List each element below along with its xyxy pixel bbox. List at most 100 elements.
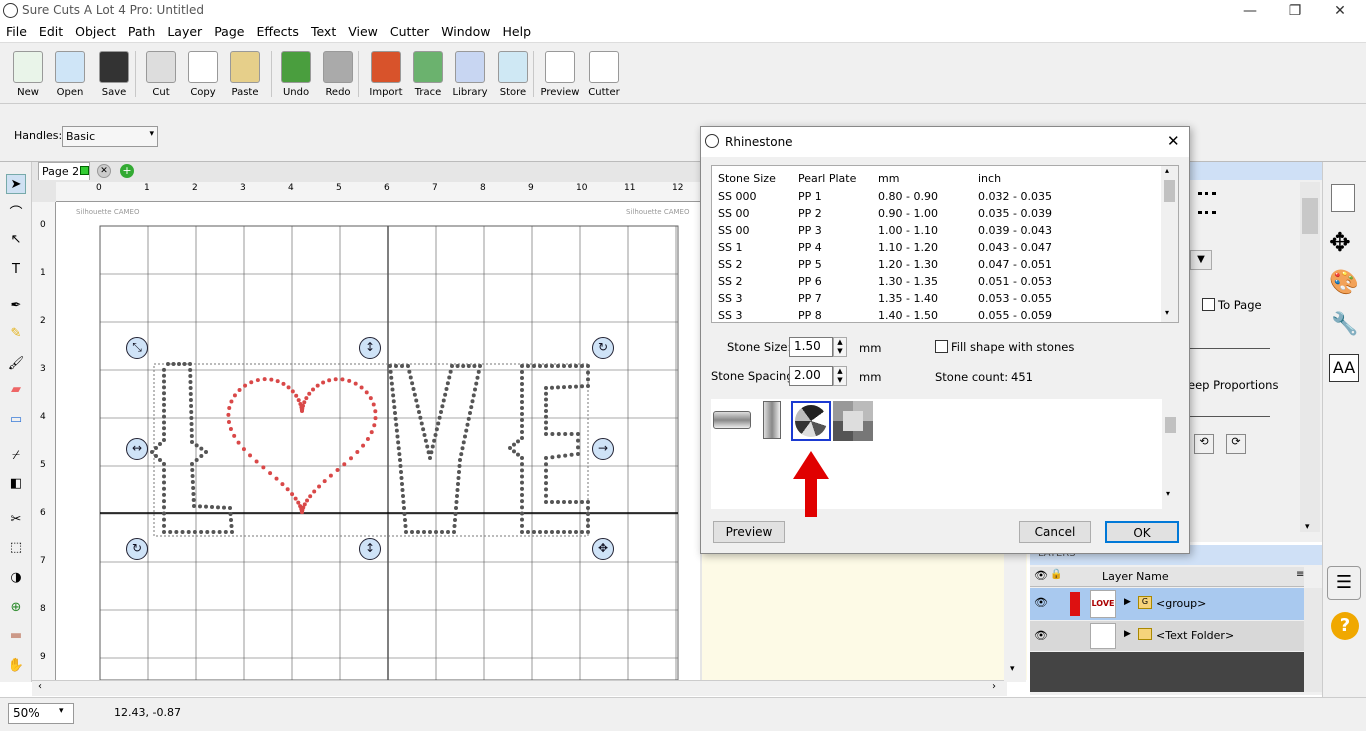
horizontal-scrollbar[interactable]: ‹ › xyxy=(32,680,1007,696)
scroll-left-icon[interactable]: ‹ xyxy=(38,681,42,692)
pen-tool-icon[interactable]: ✒ xyxy=(6,296,26,316)
layer-name[interactable]: <Text Folder> xyxy=(1156,629,1234,642)
close-button[interactable]: ✕ xyxy=(1320,0,1360,22)
menu-view[interactable]: View xyxy=(342,22,384,42)
pencil-tool-icon[interactable]: ✎ xyxy=(6,324,26,344)
toolbar-copy-button[interactable]: Copy xyxy=(183,51,223,98)
menu-help[interactable]: Help xyxy=(497,22,538,42)
text-tool-icon[interactable]: T xyxy=(6,260,26,280)
menu-file[interactable]: File xyxy=(0,22,33,42)
table-row[interactable]: SS 2 PP 6 1.30 - 1.35 0.051 - 0.053 xyxy=(718,275,1078,292)
table-scrollbar[interactable]: ▴ ▾ xyxy=(1161,166,1178,322)
toolbar-trace-button[interactable]: Trace xyxy=(408,51,448,98)
toolbar-undo-button[interactable]: Undo xyxy=(276,51,316,98)
stone-size-table[interactable]: Stone Size Pearl Plate mm inch SS 000 PP … xyxy=(711,165,1179,323)
handle-rotate-tr[interactable]: ↻ xyxy=(592,337,614,359)
handle-move[interactable]: ✥ xyxy=(592,538,614,560)
scroll-thumb[interactable] xyxy=(1164,180,1175,202)
handle-scale-left[interactable]: ↔ xyxy=(126,438,148,460)
toolbar-cut-button[interactable]: Cut xyxy=(141,51,181,98)
wrench-icon[interactable]: 🔧 xyxy=(1331,312,1358,337)
hand-tool-icon[interactable]: ✋ xyxy=(6,656,26,676)
stone-spacing-input[interactable]: 2.00 xyxy=(789,366,833,386)
vertical-scrollbar[interactable]: ▾ xyxy=(1004,540,1026,682)
scroll-down-icon[interactable]: ▾ xyxy=(1010,664,1015,674)
ruler-tool-icon[interactable]: ▬ xyxy=(6,626,26,646)
gallery-scrollbar[interactable]: ▾ xyxy=(1162,399,1179,509)
eye-icon[interactable]: 👁 xyxy=(1034,629,1048,642)
zoom-select[interactable]: 50% ▾ xyxy=(8,703,74,724)
move-icon[interactable]: ✥ xyxy=(1329,228,1351,258)
menu-window[interactable]: Window xyxy=(435,22,496,42)
toolbar-paste-button[interactable]: Paste xyxy=(225,51,265,98)
fill-shape-checkbox[interactable] xyxy=(935,340,948,353)
menu-layer[interactable]: Layer xyxy=(161,22,208,42)
panel-scrollbar[interactable]: ▾ xyxy=(1300,182,1320,532)
brush-tool-icon[interactable]: 🖌 xyxy=(6,354,26,374)
stone-spacing-stepper[interactable]: ▲ ▼ xyxy=(833,366,847,386)
shape-square[interactable] xyxy=(833,401,873,441)
eye-icon[interactable]: 👁 xyxy=(1034,596,1048,609)
toolbar-new-button[interactable]: New xyxy=(8,51,48,98)
cancel-button[interactable]: Cancel xyxy=(1019,521,1091,543)
menu-icon[interactable]: ≡ xyxy=(1296,569,1304,580)
table-row[interactable]: SS 00 PP 2 0.90 - 1.00 0.035 - 0.039 xyxy=(718,207,1078,224)
handle-scale-tl[interactable]: ⤡ xyxy=(126,337,148,359)
scroll-thumb[interactable] xyxy=(1302,198,1318,234)
toolbar-save-button[interactable]: Save xyxy=(94,51,134,98)
dropdown-arrow-icon[interactable]: ▼ xyxy=(1190,250,1212,270)
toolbar-preview-button[interactable]: Preview xyxy=(540,51,580,98)
menu-effects[interactable]: Effects xyxy=(250,22,305,42)
page-icon[interactable] xyxy=(1331,184,1355,212)
scroll-right-icon[interactable]: › xyxy=(992,681,996,692)
ok-button[interactable]: OK xyxy=(1105,521,1179,543)
handle-scale-right[interactable]: → xyxy=(592,438,614,460)
scroll-down-icon[interactable]: ▾ xyxy=(1305,522,1310,532)
table-row[interactable]: SS 3 PP 7 1.35 - 1.40 0.053 - 0.055 xyxy=(718,292,1078,309)
toolbar-open-button[interactable]: Open xyxy=(50,51,90,98)
expand-icon[interactable]: ▶ xyxy=(1124,629,1131,639)
rotate-right-icon[interactable]: ⟳ xyxy=(1226,434,1246,454)
expand-icon[interactable]: ▶ xyxy=(1124,597,1131,607)
shape-round-selected[interactable] xyxy=(791,401,831,441)
eyedropper-icon[interactable]: ⌿ xyxy=(6,446,26,466)
menu-edit[interactable]: Edit xyxy=(33,22,69,42)
layers-scrollbar[interactable] xyxy=(1304,588,1322,692)
restore-button[interactable]: ❐ xyxy=(1275,0,1315,22)
scroll-down-icon[interactable]: ▾ xyxy=(1166,489,1170,498)
scroll-down-icon[interactable]: ▾ xyxy=(1165,308,1169,317)
layer-name[interactable]: <group> xyxy=(1156,597,1206,610)
table-row[interactable]: SS 00 PP 3 1.00 - 1.10 0.039 - 0.043 xyxy=(718,224,1078,241)
menu-text[interactable]: Text xyxy=(305,22,342,42)
transform-tool-icon[interactable]: ⬚ xyxy=(6,538,26,558)
eraser-tool-icon[interactable]: ▰ xyxy=(6,380,26,400)
layer-color-swatch[interactable] xyxy=(1070,592,1080,616)
menu-object[interactable]: Object xyxy=(69,22,122,42)
close-page-icon[interactable]: ✕ xyxy=(97,164,111,178)
handles-select[interactable]: Basic ▾ xyxy=(62,126,158,147)
toolbar-redo-button[interactable]: Redo xyxy=(318,51,358,98)
col-stone-size[interactable]: Stone Size xyxy=(718,172,776,185)
select-tool-icon[interactable]: ➤ xyxy=(6,174,26,194)
scroll-thumb[interactable] xyxy=(1165,417,1176,433)
preview-button[interactable]: Preview xyxy=(713,521,785,543)
handle-scale-top[interactable]: ↕ xyxy=(359,337,381,359)
handle-scale-bottom[interactable]: ↕ xyxy=(359,538,381,560)
layer-row-group[interactable]: 👁 LOVE ▶ G <group> xyxy=(1030,588,1304,620)
toolbar-store-button[interactable]: Store xyxy=(493,51,533,98)
layer-row-text-folder[interactable]: 👁 ▶ <Text Folder> xyxy=(1030,621,1304,651)
menu-path[interactable]: Path xyxy=(122,22,161,42)
toolbar-cutter-button[interactable]: Cutter xyxy=(584,51,624,98)
palette-icon[interactable]: 🎨 xyxy=(1329,268,1359,296)
lasso-tool-icon[interactable]: ⌒ xyxy=(6,204,26,224)
add-page-icon[interactable]: + xyxy=(120,164,134,178)
close-icon[interactable]: ✕ xyxy=(1167,132,1180,150)
handle-rotate-bl[interactable]: ↻ xyxy=(126,538,148,560)
menu-cutter[interactable]: Cutter xyxy=(384,22,435,42)
table-row[interactable]: SS 2 PP 5 1.20 - 1.30 0.047 - 0.051 xyxy=(718,258,1078,275)
toolbar-import-button[interactable]: Import xyxy=(366,51,406,98)
shape-baguette-horizontal[interactable] xyxy=(713,411,751,429)
rotate-left-icon[interactable]: ⟲ xyxy=(1194,434,1214,454)
col-mm[interactable]: mm xyxy=(878,172,899,185)
shape-baguette-vertical[interactable] xyxy=(763,401,781,439)
